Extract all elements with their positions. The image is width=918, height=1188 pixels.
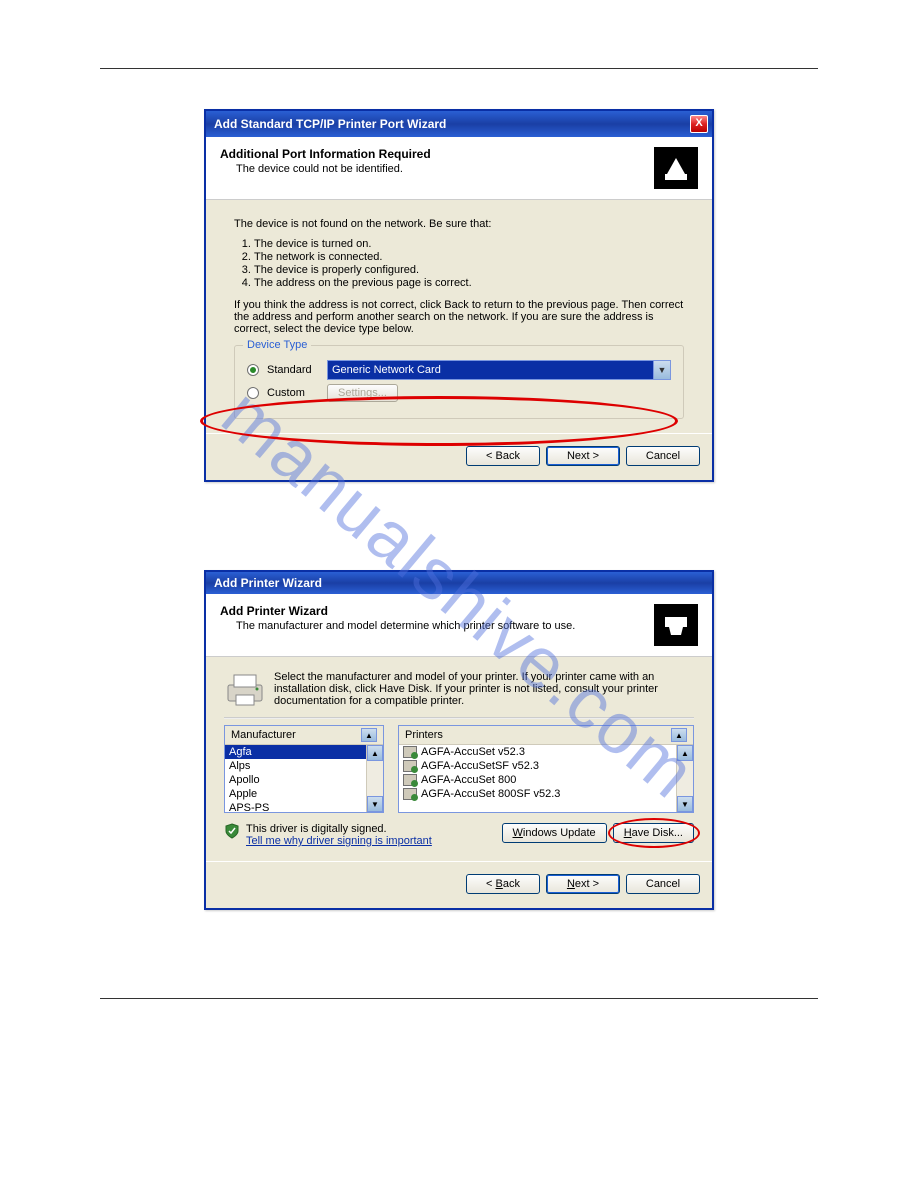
dialog1-steps-list: The device is turned on. The network is … [234, 238, 684, 289]
manufacturer-item-alps[interactable]: Alps [225, 759, 366, 773]
have-disk-button[interactable]: Have Disk... [613, 823, 694, 843]
sort-up-icon[interactable]: ▲ [361, 728, 377, 742]
back-button[interactable]: < Back [466, 874, 540, 894]
add-printer-wizard-dialog: Add Printer Wizard Add Printer Wizard Th… [204, 570, 714, 910]
cancel-button[interactable]: Cancel [626, 874, 700, 894]
manufacturer-item-apsps[interactable]: APS-PS [225, 801, 366, 812]
dialog1-button-row: < Back Next > Cancel [206, 433, 712, 480]
dialog1-step-4: The address on the previous page is corr… [254, 277, 684, 289]
page-bottom-rule [100, 998, 818, 999]
dialog2-body: Select the manufacturer and model of you… [206, 657, 712, 861]
next-button[interactable]: Next > [546, 874, 620, 894]
cancel-button[interactable]: Cancel [626, 446, 700, 466]
printer-port-icon [654, 147, 698, 189]
printer-item-icon [403, 788, 417, 800]
printer-wizard-icon [654, 604, 698, 646]
manufacturer-listbox[interactable]: Manufacturer ▲ Agfa Alps Apollo Apple AP… [224, 725, 384, 813]
dialog1-title: Add Standard TCP/IP Printer Port Wizard [214, 117, 446, 131]
dialog1-step-3: The device is properly configured. [254, 264, 684, 276]
radio-custom-label: Custom [267, 387, 319, 399]
manufacturer-scrollbar[interactable]: ▲ ▼ [366, 745, 383, 812]
radio-standard-label: Standard [267, 364, 319, 376]
scroll-down-icon[interactable]: ▼ [677, 796, 693, 812]
shield-icon [224, 823, 240, 839]
scroll-down-icon[interactable]: ▼ [367, 796, 383, 812]
printers-scrollbar[interactable]: ▲ ▼ [676, 745, 693, 812]
divider [224, 717, 694, 719]
windows-update-button[interactable]: Windows Update [502, 823, 607, 843]
scroll-up-icon[interactable]: ▲ [677, 745, 693, 761]
printer-item-icon [403, 746, 417, 758]
dialog2-titlebar: Add Printer Wizard [206, 572, 712, 594]
dialog1-step-1: The device is turned on. [254, 238, 684, 250]
settings-button[interactable]: Settings... [327, 384, 398, 402]
dialog2-info-text: Select the manufacturer and model of you… [274, 671, 694, 707]
manufacturer-item-agfa[interactable]: Agfa [225, 745, 366, 759]
device-type-legend: Device Type [243, 339, 311, 351]
dialog1-intro-text: The device is not found on the network. … [234, 218, 684, 230]
dialog2-button-row: < Back Next > Cancel [206, 861, 712, 908]
dialog2-title: Add Printer Wizard [214, 576, 322, 590]
manufacturer-header: Manufacturer [231, 729, 296, 741]
printers-listbox[interactable]: Printers ▲ AGFA-AccuSet v52.3 AGFA-AccuS… [398, 725, 694, 813]
dialog1-titlebar: Add Standard TCP/IP Printer Port Wizard … [206, 111, 712, 137]
printer-item-4[interactable]: AGFA-AccuSet 800SF v52.3 [399, 787, 676, 801]
radio-custom[interactable] [247, 387, 259, 399]
driver-signed-text: This driver is digitally signed. [246, 823, 432, 835]
dialog1-header-subtitle: The device could not be identified. [220, 163, 654, 175]
dialog2-header-title: Add Printer Wizard [220, 604, 654, 618]
printer-item-3[interactable]: AGFA-AccuSet 800 [399, 773, 676, 787]
device-type-groupbox: Device Type Standard Generic Network Car… [234, 345, 684, 419]
close-button[interactable]: X [690, 115, 708, 133]
dialog1-step-2: The network is connected. [254, 251, 684, 263]
tcpip-port-wizard-dialog: Add Standard TCP/IP Printer Port Wizard … [204, 109, 714, 482]
manufacturer-item-apple[interactable]: Apple [225, 787, 366, 801]
sort-up-icon[interactable]: ▲ [671, 728, 687, 742]
printer-item-icon [403, 760, 417, 772]
device-type-dropdown-value: Generic Network Card [332, 364, 441, 376]
page-top-rule [100, 68, 818, 69]
printer-item-1[interactable]: AGFA-AccuSet v52.3 [399, 745, 676, 759]
radio-standard[interactable] [247, 364, 259, 376]
printer-item-icon [403, 774, 417, 786]
dialog1-body: The device is not found on the network. … [206, 200, 712, 433]
printer-item-2[interactable]: AGFA-AccuSetSF v52.3 [399, 759, 676, 773]
dialog2-header-pane: Add Printer Wizard The manufacturer and … [206, 594, 712, 657]
chevron-down-icon: ▼ [653, 361, 670, 379]
device-type-dropdown[interactable]: Generic Network Card ▼ [327, 360, 671, 380]
scroll-up-icon[interactable]: ▲ [367, 745, 383, 761]
dialog2-header-subtitle: The manufacturer and model determine whi… [220, 620, 654, 632]
dialog1-header-pane: Additional Port Information Required The… [206, 137, 712, 200]
back-button[interactable]: < Back [466, 446, 540, 466]
printer-icon [224, 671, 266, 709]
dialog1-note-text: If you think the address is not correct,… [234, 299, 684, 335]
manufacturer-item-apollo[interactable]: Apollo [225, 773, 366, 787]
driver-signing-link[interactable]: Tell me why driver signing is important [246, 835, 432, 847]
dialog1-header-title: Additional Port Information Required [220, 147, 654, 161]
next-button[interactable]: Next > [546, 446, 620, 466]
printers-header: Printers [405, 729, 443, 741]
